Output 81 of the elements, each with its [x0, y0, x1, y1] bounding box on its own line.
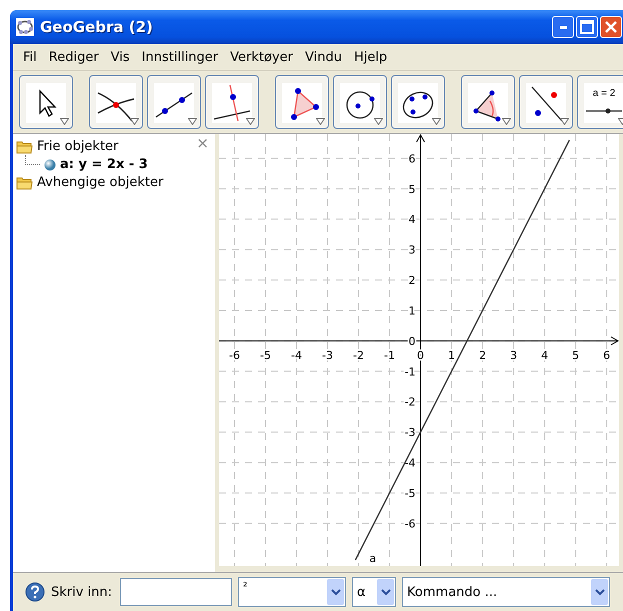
x-tick-label: -2 [353, 348, 364, 362]
tool-button[interactable] [519, 75, 573, 129]
y-tick-label: 6 [408, 152, 416, 166]
y-tick-label: -1 [404, 365, 416, 378]
maximize-icon [580, 20, 594, 34]
angle-icon [468, 83, 508, 123]
chevron-down-icon [380, 588, 391, 596]
minimize-icon [560, 26, 566, 28]
chevron-down-icon [594, 588, 605, 596]
cursor-icon [26, 83, 66, 123]
tool-button[interactable] [205, 75, 259, 129]
y-tick-label: 2 [408, 274, 416, 288]
y-tick-label: -6 [404, 517, 416, 530]
folder-icon [16, 140, 33, 154]
input-label: Skriv inn: [51, 584, 112, 600]
x-tick-label: 1 [448, 348, 456, 362]
dropdown-triangle-icon [188, 118, 197, 125]
x-tick-label: 4 [541, 348, 548, 362]
y-tick-label: -4 [404, 456, 416, 470]
tool-button[interactable] [333, 75, 387, 129]
tool-button[interactable] [461, 75, 515, 129]
tool-button[interactable] [19, 75, 73, 129]
dropdown-triangle-icon [60, 118, 69, 125]
x-tick-label: -3 [322, 348, 333, 362]
close-icon [604, 20, 618, 34]
y-tick-label: 3 [408, 244, 416, 257]
menu-item[interactable]: Innstillinger [136, 50, 224, 64]
slider-label: a = 2 [592, 88, 616, 99]
x-tick-label: -4 [291, 348, 302, 362]
tool-button[interactable]: a = 2 [577, 75, 623, 129]
symbols-dropdown[interactable]: ² [238, 577, 346, 607]
x-tick-label: -1 [384, 348, 396, 362]
input-field[interactable] [120, 578, 232, 606]
y-tick-label: -2 [404, 396, 416, 409]
close-panel-button[interactable]: × [196, 134, 209, 152]
minimize-button[interactable] [552, 16, 574, 38]
x-tick-label: 2 [479, 348, 486, 362]
y-tick-label: -5 [404, 486, 416, 500]
maximize-button[interactable] [576, 16, 598, 38]
menu-item[interactable]: Vis [104, 50, 136, 64]
command-dropdown[interactable]: Kommando ... [402, 577, 610, 607]
close-button[interactable] [600, 16, 622, 38]
menu-item[interactable]: Verktøyer [224, 50, 299, 64]
menu-item[interactable]: Hjelp [348, 50, 394, 64]
tool-button[interactable] [89, 75, 143, 129]
app-logo-icon [16, 18, 34, 36]
folder-label[interactable]: Avhengige objekter [37, 175, 164, 190]
x-tick-label: 5 [572, 348, 580, 362]
slider-icon [584, 83, 623, 123]
menu-item[interactable]: Rediger [42, 50, 105, 64]
dropdown-triangle-icon [130, 118, 139, 125]
dropdown-triangle-icon [374, 118, 383, 125]
sphere-icon [44, 158, 56, 170]
y-tick-label: 1 [408, 304, 416, 318]
graph-label: a [369, 552, 376, 565]
greek-letters-dropdown[interactable]: α [352, 577, 396, 607]
menu-item[interactable]: Vindu [298, 50, 348, 64]
window-title: GeoGebra (2) [40, 18, 154, 36]
x-tick-label: -5 [260, 348, 271, 362]
object-definition[interactable]: a: y = 2x - 3 [60, 157, 148, 172]
intersection-icon [96, 83, 136, 123]
menu-item[interactable]: Fil [17, 50, 43, 64]
x-tick-label: -6 [229, 348, 240, 362]
dropdown-triangle-icon [432, 118, 441, 125]
chevron-down-icon [330, 588, 341, 596]
help-icon[interactable] [25, 582, 45, 602]
folder-label[interactable]: Frie objekter [37, 139, 118, 154]
x-tick-label: 3 [510, 348, 518, 362]
folder-icon [16, 176, 33, 190]
x-tick-label: 6 [603, 348, 610, 362]
dropdown-triangle-icon [502, 118, 511, 125]
line-through-points-icon [154, 83, 194, 123]
y-tick-label: 4 [408, 213, 416, 226]
dropdown-triangle-icon [316, 118, 325, 125]
dropdown-triangle-icon [246, 118, 255, 125]
y-tick-label: -3 [404, 426, 416, 440]
y-tick-label: 5 [408, 182, 416, 196]
tool-button[interactable] [275, 75, 329, 129]
tool-button[interactable] [391, 75, 445, 129]
tool-button[interactable] [147, 75, 201, 129]
dropdown-triangle-icon [560, 118, 569, 125]
